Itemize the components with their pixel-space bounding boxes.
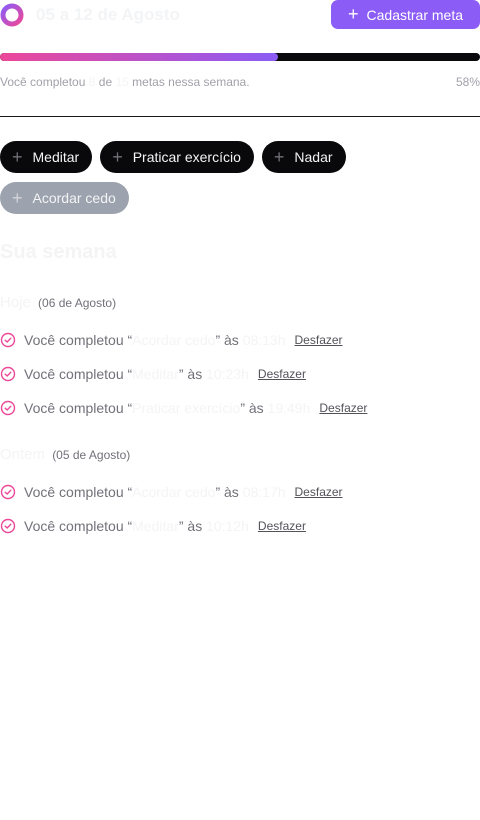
completion-entry: Você completou “Acordar cedo” às 08:17h …	[0, 483, 343, 501]
total-count: 15	[115, 75, 129, 89]
day-heading-yesterday: Ontem (05 de Agosto)	[0, 446, 130, 463]
plus-icon: +	[273, 146, 285, 167]
check-circle-icon	[0, 366, 16, 382]
day-date: (05 de Agosto)	[52, 448, 131, 462]
entry-prefix: Você completou “	[24, 366, 133, 382]
check-circle-icon	[0, 518, 16, 534]
pending-goal-label: Acordar cedo	[32, 190, 116, 206]
progress-text-of: de	[98, 75, 113, 89]
progress-bar	[0, 53, 480, 61]
entry-prefix: Você completou “	[24, 332, 133, 348]
plus-icon: +	[12, 146, 23, 167]
pending-goal-acordar-cedo[interactable]: + Acordar cedo	[0, 182, 129, 214]
entry-goal: Acordar cedo	[132, 332, 216, 348]
undo-button[interactable]: Desfazer	[258, 367, 306, 381]
plus-icon: +	[348, 4, 359, 24]
undo-button[interactable]: Desfazer	[295, 485, 343, 499]
pending-goal-meditar[interactable]: + Meditar	[0, 141, 93, 173]
undo-button[interactable]: Desfazer	[295, 333, 343, 347]
pending-goal-label: Praticar exercício	[132, 149, 241, 165]
undo-button[interactable]: Desfazer	[319, 401, 367, 415]
app-page: 05 a 12 de Agosto + Cadastrar meta Você …	[0, 0, 480, 820]
day-heading-today: Hoje (06 de Agosto)	[0, 294, 116, 311]
check-circle-icon	[0, 484, 16, 500]
day-name: Ontem	[0, 446, 46, 463]
add-goal-label: Cadastrar meta	[366, 6, 463, 23]
check-circle-icon	[0, 400, 16, 416]
pending-goals: + Meditar + Praticar exercício + Nadar +…	[0, 141, 480, 214]
completion-entry: Você completou “Meditar” às 10:12h Desfa…	[0, 517, 306, 535]
progress-fill	[0, 53, 279, 61]
entry-middle: ” às	[240, 400, 264, 416]
pending-goal-label: Meditar	[32, 149, 80, 165]
day-date: (06 de Agosto)	[38, 296, 117, 310]
header: 05 a 12 de Agosto + Cadastrar meta	[0, 0, 480, 30]
entry-middle: ” às	[178, 518, 203, 534]
entry-middle: ” às	[215, 332, 239, 348]
progress-percent: 58%	[455, 75, 480, 89]
entry-time: 08:13h	[242, 332, 286, 348]
entry-prefix: Você completou “	[24, 400, 133, 416]
entry-time: 08:17h	[242, 484, 286, 500]
entry-goal: Acordar cedo	[132, 484, 216, 500]
entry-time: 10:23h	[206, 366, 249, 382]
entry-goal: Praticar exercício	[132, 400, 241, 416]
check-circle-icon	[0, 332, 16, 348]
completion-entry: Você completou “Meditar” às 10:23h Desfa…	[0, 365, 306, 383]
entry-goal: Meditar	[132, 366, 179, 382]
week-section-title: Sua semana	[0, 241, 117, 263]
week-range-title: 05 a 12 de Agosto	[36, 5, 180, 24]
completion-entry: Você completou “Acordar cedo” às 08:13h …	[0, 331, 343, 349]
progress-text-suffix: metas nessa semana.	[132, 75, 250, 89]
entry-time: 19:49h	[267, 400, 311, 416]
entry-prefix: Você completou “	[24, 518, 133, 534]
pending-goal-praticar-exercicio[interactable]: + Praticar exercício	[100, 141, 254, 173]
add-goal-button[interactable]: + Cadastrar meta	[331, 0, 480, 29]
entry-goal: Meditar	[132, 518, 179, 534]
completion-entry: Você completou “Praticar exercício” às 1…	[0, 399, 367, 417]
entry-middle: ” às	[178, 366, 203, 382]
divider	[0, 116, 480, 117]
entry-prefix: Você completou “	[24, 484, 133, 500]
entry-middle: ” às	[215, 484, 239, 500]
entry-time: 10:12h	[206, 518, 249, 534]
day-name: Hoje	[0, 294, 31, 311]
plus-icon: +	[12, 187, 23, 208]
pending-goal-nadar[interactable]: + Nadar	[261, 141, 346, 173]
plus-icon: +	[112, 146, 123, 167]
undo-button[interactable]: Desfazer	[258, 519, 306, 533]
in-orbit-logo-icon	[0, 3, 24, 27]
progress-text-prefix: Você completou	[0, 75, 86, 89]
completed-count: 8	[88, 75, 96, 89]
progress-summary: Você completou 8 de 15 metas nessa seman…	[0, 75, 250, 89]
pending-goal-label: Nadar	[294, 149, 333, 165]
